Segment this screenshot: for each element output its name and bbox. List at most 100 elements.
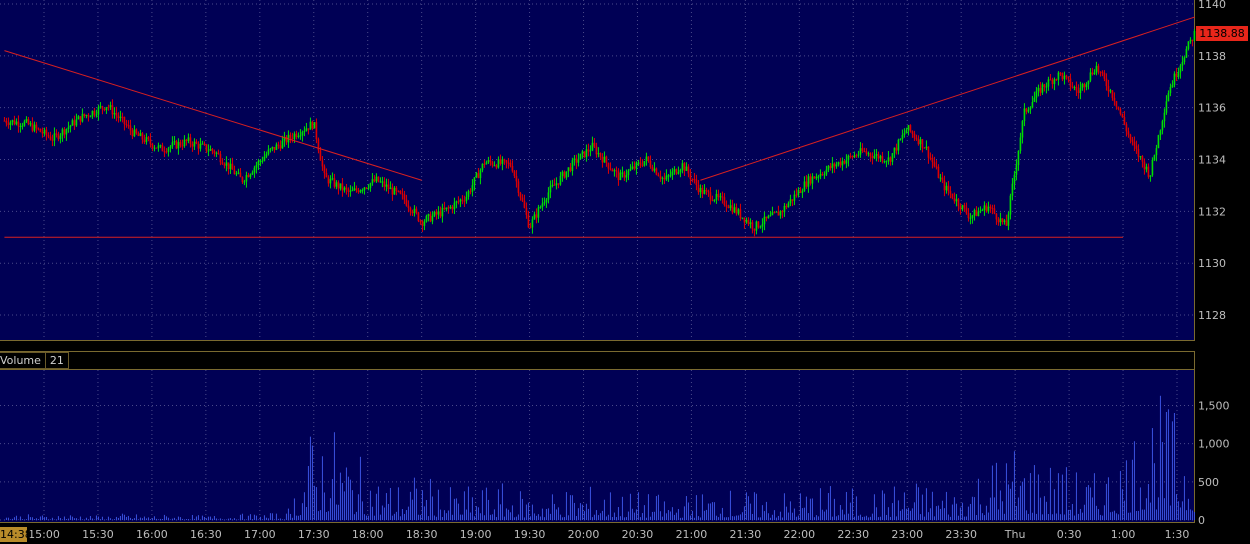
price-tick-label: 1130 [1198,257,1226,270]
candle-body [599,152,602,157]
candle-body [387,184,390,190]
candle-body [771,212,774,216]
price-tick-label: 1138 [1198,50,1226,63]
candle-body [319,150,322,161]
candle-body [153,147,156,149]
candle-body [651,166,654,171]
candle-body [201,143,204,145]
candle-body [943,180,946,191]
candle-body [55,133,58,135]
candle-body [829,165,832,169]
candle-body [205,144,208,151]
candle-body [365,187,368,189]
candle-body [573,158,576,161]
candle-body [335,182,338,187]
candle-body [525,207,528,215]
candle-body [1161,121,1164,131]
candle-body [723,197,726,205]
candle-body [833,163,836,167]
candle-body [575,158,578,163]
candle-body [481,163,484,171]
candle-body [1155,148,1158,156]
candle-body [683,163,686,171]
candle-body [1047,79,1050,87]
candle-body [1141,156,1144,162]
candle-body [213,151,216,154]
candle-body [237,172,240,174]
candle-body [373,179,376,182]
candle-body [803,181,806,192]
volume-indicator-name[interactable]: Volume [0,352,46,369]
volume-indicator-period[interactable]: 21 [45,352,69,369]
candle-body [701,187,704,194]
candle-body [221,162,224,165]
candle-body [1181,61,1184,66]
candle-body [871,156,874,159]
candle-body [485,162,488,165]
candle-body [511,165,514,172]
candle-body [257,161,260,166]
candle-body [121,116,124,118]
candle-body [265,154,268,157]
candle-body [17,121,20,127]
candle-body [541,203,544,207]
candle-body [579,153,582,160]
candle-body [955,199,958,202]
time-tick-label: 19:00 [460,528,492,541]
candle-body [1139,156,1142,158]
candle-body [673,169,676,172]
candle-body [1119,109,1122,114]
candle-body [109,105,112,108]
candle-body [1089,72,1092,81]
candle-body [269,148,272,150]
candle-body [1009,195,1012,215]
candle-body [141,133,144,140]
candle-body [143,139,146,143]
candle-body [19,126,22,128]
candle-body [797,189,800,196]
candle-body [193,141,196,147]
candle-body [601,156,604,163]
candle-body [169,146,172,149]
candle-body [837,162,840,165]
candle-body [345,187,348,190]
candle-body [785,205,788,208]
candle-body [787,203,790,208]
candle-body [925,146,928,148]
candle-body [305,128,308,131]
candle-body [737,209,740,214]
candle-body [1175,73,1178,77]
candle-body [149,138,152,144]
candle-body [65,128,68,135]
candle-body [835,164,838,167]
candle-body [177,142,180,149]
candle-body [445,207,448,210]
candle-body [713,199,716,201]
candle-body [431,215,434,222]
candle-body [703,190,706,194]
candle-body [467,191,470,197]
candle-body [517,181,520,193]
candle-body [421,221,424,226]
candle-body [463,200,466,202]
candle-body [807,176,810,187]
candle-body [1113,97,1116,102]
candle-body [385,184,388,187]
candle-body [389,187,392,190]
candle-body [1171,84,1174,88]
candle-body [625,175,628,178]
candle-body [551,184,554,186]
candle-body [1005,220,1008,226]
candle-body [531,219,534,228]
candle-body [111,105,114,115]
candle-body [699,187,702,193]
candle-body [641,164,644,166]
candle-body [907,125,910,131]
candle-body [663,177,666,180]
candle-body [455,201,458,203]
time-tick-label: 1:00 [1111,528,1136,541]
candle-body [1121,113,1124,118]
candle-body [947,185,950,192]
candle-body [535,214,538,218]
candle-body [845,160,848,164]
